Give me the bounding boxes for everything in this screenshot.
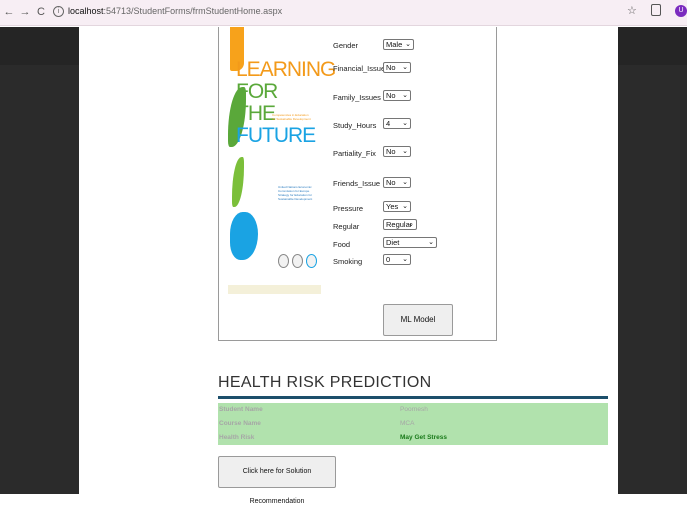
- url-host: localhost: [68, 6, 104, 16]
- chevron-down-icon: ⌄: [408, 221, 414, 228]
- smoking-select[interactable]: 0 ⌄: [383, 254, 411, 265]
- learning-for-the-future-poster: LEARNING FOR THE FUTURE Competencies in …: [228, 27, 336, 295]
- health-risk-key: Health Risk: [219, 434, 255, 441]
- food-label: Food: [333, 240, 351, 249]
- url-path: :54713/StudentForms/frmStudentHome.aspx: [103, 6, 283, 16]
- student-name-value: Poornesh: [400, 406, 428, 413]
- study-hours-select[interactable]: 4 ⌄: [383, 118, 411, 129]
- pressure-label: Pressure: [333, 204, 364, 213]
- reload-icon[interactable]: C: [34, 5, 48, 19]
- table-row: Health Risk May Get Stress: [218, 432, 608, 444]
- extensions-icon[interactable]: [651, 4, 661, 16]
- poster-title-line2: FOR: [236, 80, 278, 103]
- poster-title-line4: FUTURE: [236, 124, 316, 147]
- page-background-left: [0, 27, 79, 494]
- friends-issue-value: No: [386, 178, 396, 187]
- forward-icon[interactable]: →: [18, 5, 32, 19]
- financial-issues-value: No: [386, 63, 396, 72]
- food-value: Diet: [386, 238, 400, 247]
- family-issues-select[interactable]: No ⌄: [383, 90, 411, 101]
- profile-avatar[interactable]: U: [675, 5, 687, 17]
- chevron-down-icon: ⌄: [402, 92, 408, 99]
- gender-select[interactable]: Male ⌄: [383, 39, 414, 50]
- regular-select[interactable]: Regular ⌄: [383, 219, 417, 230]
- page-title: HEALTH RISK PREDICTION: [218, 374, 432, 391]
- family-issues-label: Family_Issues: [333, 93, 381, 102]
- page-background-right: [618, 27, 687, 494]
- smoking-label: Smoking: [333, 257, 363, 266]
- chevron-down-icon: ⌄: [402, 179, 408, 186]
- regular-label: Regular: [333, 222, 360, 231]
- logo-emblem-3: [306, 254, 317, 268]
- course-name-key: Course Name: [219, 420, 261, 427]
- chevron-down-icon: ⌄: [402, 148, 408, 155]
- family-issues-value: No: [386, 91, 396, 100]
- browser-toolbar: ← → C i localhost:54713/StudentForms/frm…: [0, 0, 687, 26]
- ml-model-button[interactable]: ML Model: [383, 304, 453, 336]
- smoking-value: 0: [386, 255, 391, 264]
- logo-emblem-1: [278, 254, 289, 268]
- student-name-key: Student Name: [219, 406, 263, 413]
- chevron-down-icon: ⌄: [405, 41, 411, 48]
- prediction-result-table: Student Name Poornesh Course Name MCA He…: [218, 403, 608, 445]
- friends-issue-label: Friends_Issue: [333, 179, 381, 188]
- green-leaf-graphic-small: [232, 157, 244, 207]
- pressure-value: Yes: [386, 202, 399, 211]
- health-risk-value: May Get Stress: [400, 434, 447, 441]
- chevron-down-icon: ⌄: [402, 120, 408, 127]
- partiality-fix-value: No: [386, 147, 396, 156]
- table-row: Student Name Poornesh: [218, 404, 608, 416]
- pressure-select[interactable]: Yes ⌄: [383, 201, 411, 212]
- back-icon[interactable]: ←: [2, 5, 16, 19]
- chevron-down-icon: ⌄: [402, 64, 408, 71]
- bookmark-star-icon[interactable]: ☆: [627, 4, 637, 17]
- chevron-down-icon: ⌄: [428, 239, 434, 246]
- logo-emblem-2: [292, 254, 303, 268]
- poster-small-text: United Nations Economic Commission for E…: [278, 185, 313, 201]
- gender-label: Gender: [333, 41, 359, 50]
- partiality-fix-select[interactable]: No ⌄: [383, 146, 411, 157]
- food-select[interactable]: Diet ⌄: [383, 237, 437, 248]
- title-divider: [218, 396, 608, 399]
- info-icon[interactable]: i: [53, 6, 64, 17]
- gender-value: Male: [386, 40, 403, 49]
- study-hours-label: Study_Hours: [333, 121, 377, 130]
- blue-leaf-graphic: [230, 212, 258, 260]
- poster-title: LEARNING FOR THE FUTURE: [236, 58, 336, 147]
- partiality-fix-label: Partiality_Fix: [333, 149, 376, 158]
- friends-issue-select[interactable]: No ⌄: [383, 177, 411, 188]
- study-hours-value: 4: [386, 119, 391, 128]
- chevron-down-icon: ⌄: [402, 256, 408, 263]
- chevron-down-icon: ⌄: [402, 203, 408, 210]
- poster-title-line1: LEARNING: [236, 58, 336, 81]
- address-bar[interactable]: localhost:54713/StudentForms/frmStudentH…: [68, 6, 282, 16]
- poster-footer-bar: [228, 285, 321, 294]
- header-strip-left: [0, 27, 79, 65]
- financial-issues-label: Financial_Issues: [333, 64, 389, 73]
- financial-issues-select[interactable]: No ⌄: [383, 62, 411, 73]
- solution-recommendation-button[interactable]: Click here for Solution Recommendation: [218, 456, 336, 505]
- header-strip-right: [618, 27, 687, 65]
- poster-subtitle: Competencies in Education for Sustainabl…: [272, 113, 311, 121]
- course-name-value: MCA: [400, 420, 415, 427]
- table-row: Course Name MCA: [218, 418, 608, 430]
